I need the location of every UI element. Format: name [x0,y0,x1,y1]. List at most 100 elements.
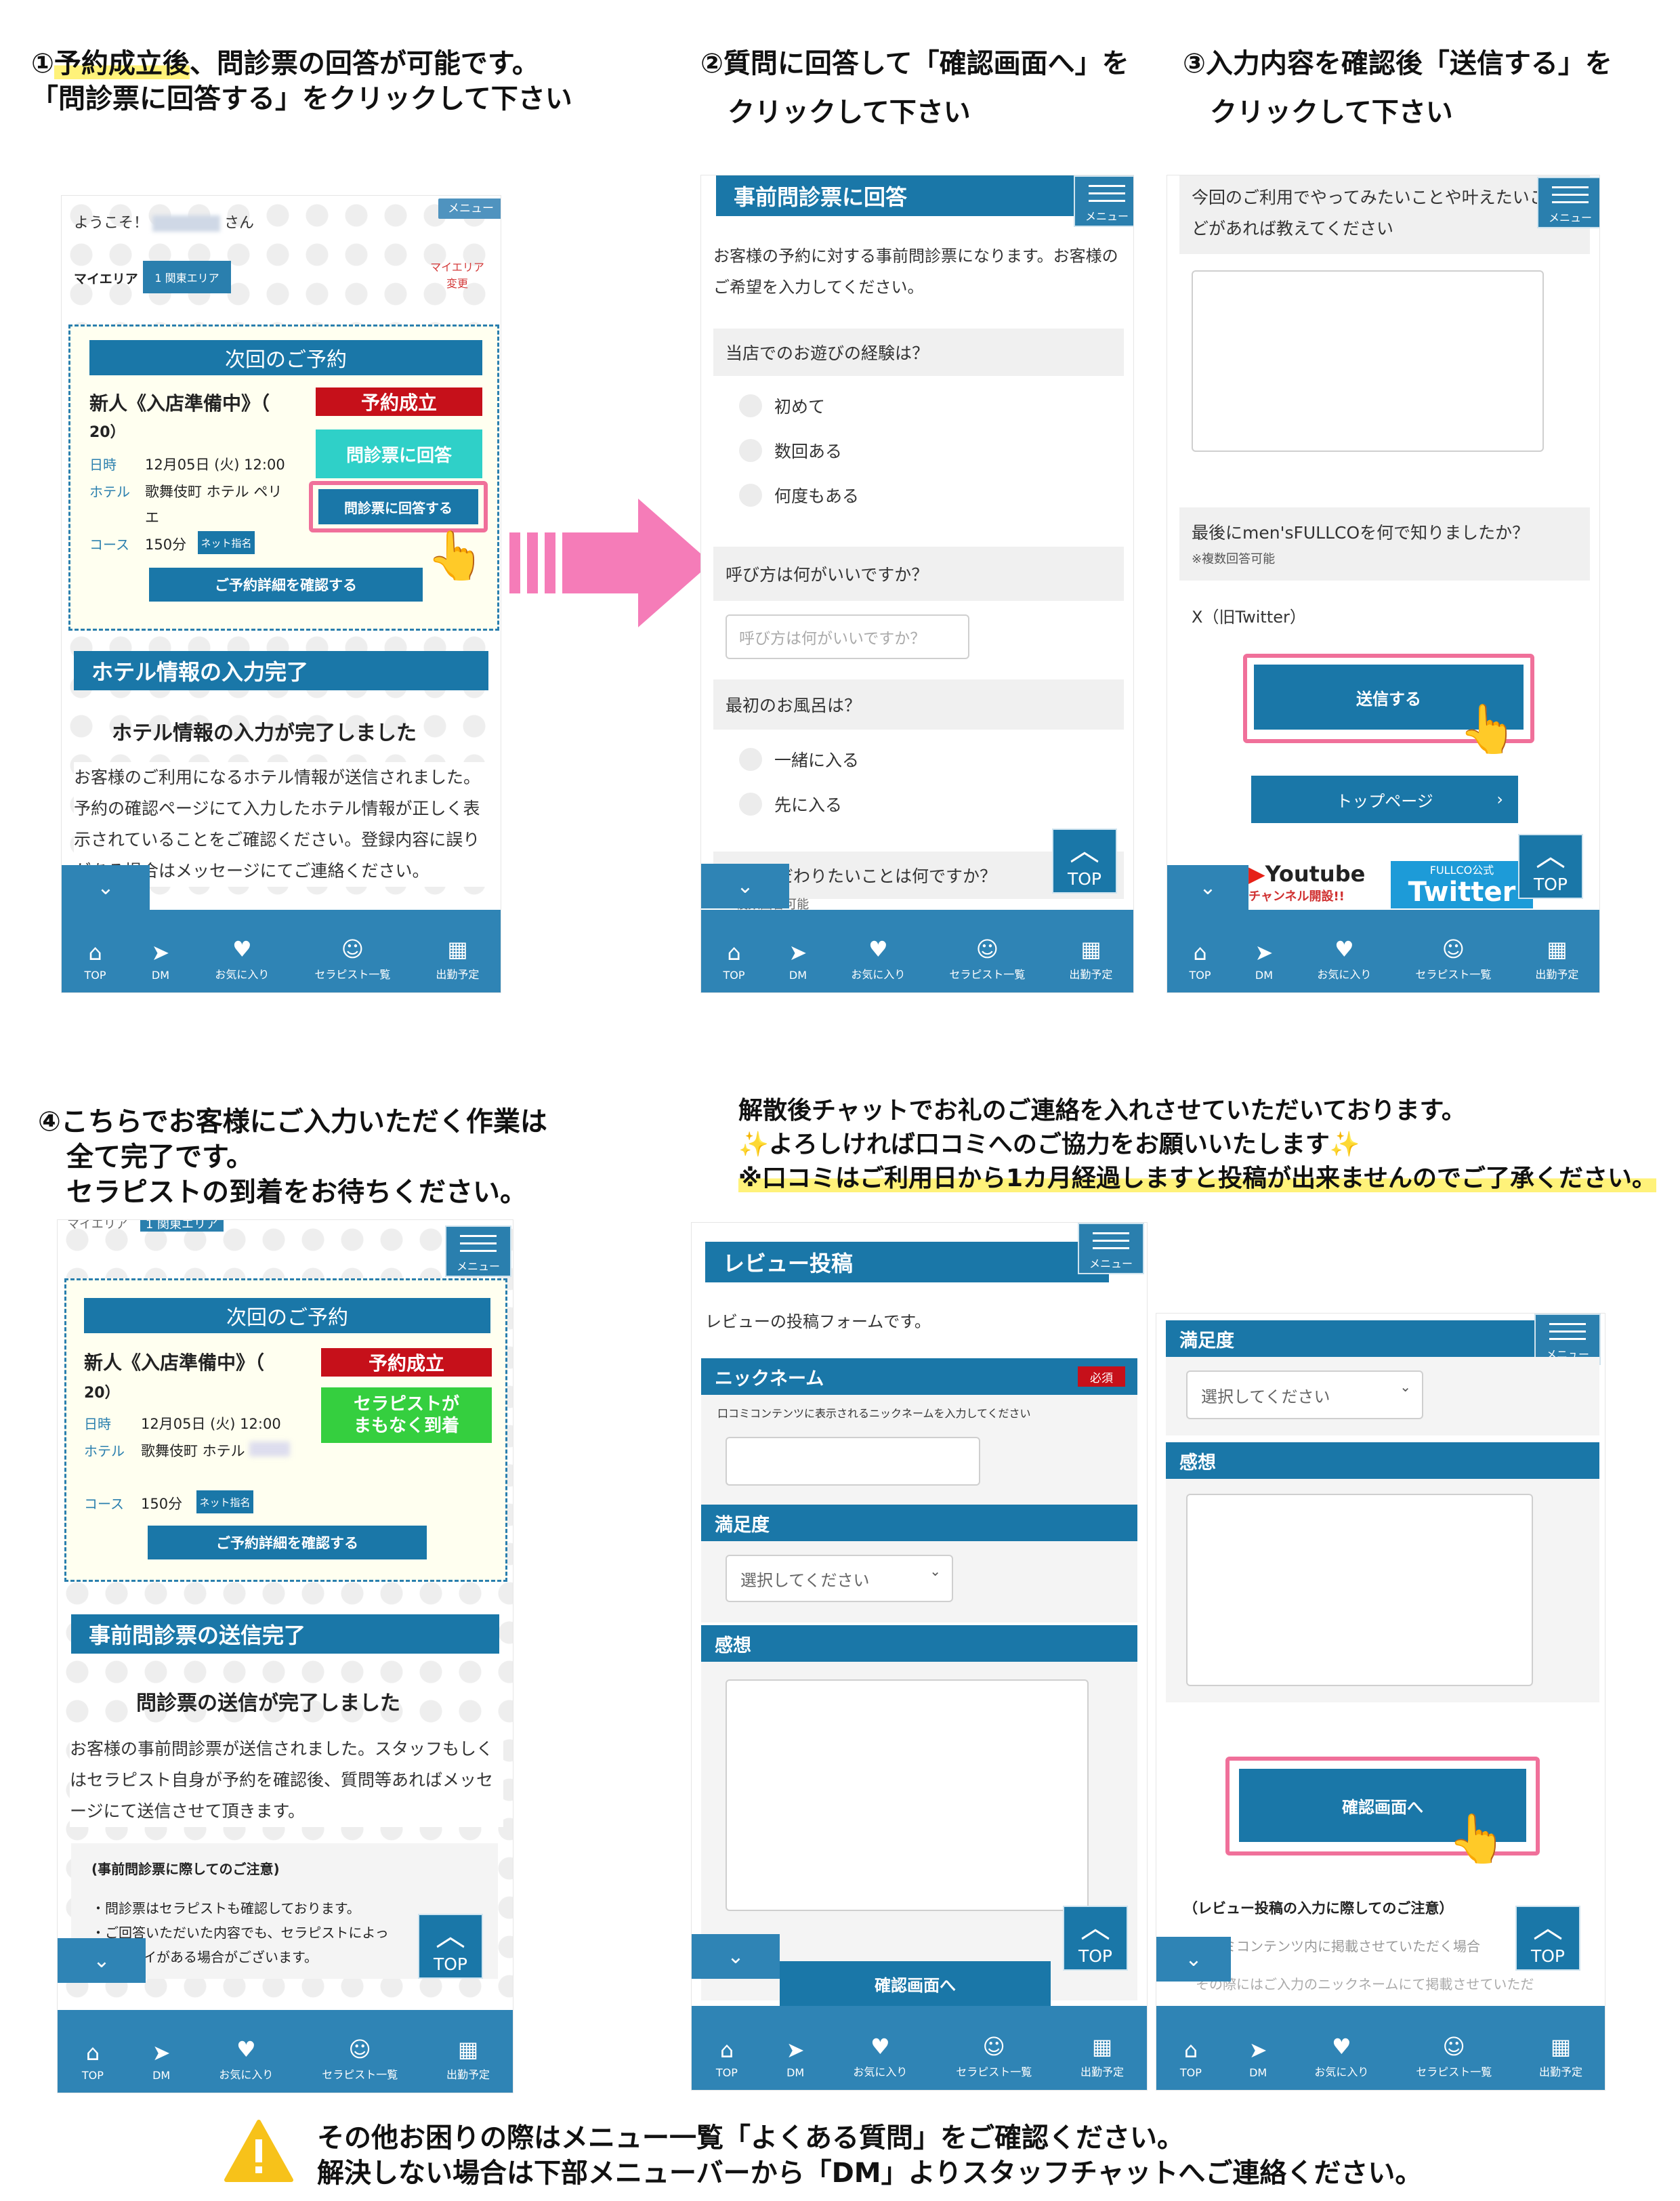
scroll-top-button[interactable]: ︿ TOP [418,1914,483,1979]
radio-first-time[interactable]: 初めて [739,394,825,418]
welcome-text: ようこそ！ [74,215,149,232]
menu-button[interactable]: メニュー [438,198,501,219]
collapse-button[interactable]: ⌄ [58,1938,146,1983]
collapse-button[interactable]: ⌄ [1156,1937,1231,1982]
tab-favorites[interactable]: ♥ お気に入り [215,936,269,982]
tab-therapists[interactable]: ☺ セラピスト一覧 [1416,2033,1492,2079]
home-icon: ⌂ [85,2040,100,2066]
chevron-down-icon: ⌄ [1199,875,1217,900]
question-bath: 最初のお風呂は？ [713,679,1124,730]
tab-label: セラピスト一覧 [1416,2066,1492,2078]
tab-top[interactable]: ⌂ TOP [85,939,106,982]
tab-schedule[interactable]: ▦ 出勤予定 [1080,2033,1124,2079]
question-wishes: 今回のご利用でやってみたいことや叶えたいことなどがあれば教えてください [1179,175,1590,254]
area-select[interactable]: 1 関東エリア [143,261,231,293]
tab-dm[interactable]: ➤ DM [152,939,170,982]
menu-button[interactable]: メニュー [1074,175,1133,227]
collapse-button[interactable]: ⌄ [62,865,150,910]
scroll-top-button[interactable]: ︿ TOP [1052,829,1117,894]
reservation-detail-button[interactable]: ご予約詳細を確認する [148,1526,427,1559]
call-name-input[interactable]: 呼び方は何がいいですか？ [726,614,969,659]
top-label: TOP [1067,869,1102,889]
review-title: レビュー投稿 [705,1242,1109,1282]
status-badge: 予約成立 [316,387,482,416]
radio-circle [739,484,762,507]
tab-top[interactable]: ⌂ TOP [723,939,745,982]
radio-circle [739,793,762,816]
tab-dm[interactable]: ➤ DM [1249,2036,1267,2079]
tab-therapists[interactable]: ☺ セラピスト一覧 [322,2036,398,2082]
tab-favorites[interactable]: ♥ お気に入り [853,2033,907,2079]
radio-bath-together[interactable]: 一緒に入る [739,747,859,772]
nickname-note: 口コミコンテンツに表示されるニックネームを入力してください [717,1407,1031,1420]
tab-favorites[interactable]: ♥ お気に入り [1317,936,1371,982]
youtube-play-icon: ▶ [1248,861,1265,887]
answer-questionnaire-button[interactable]: 問診票に回答する [318,489,478,524]
step2-title: ②質問に回答して「確認画面へ」を [700,48,1129,79]
collapse-button[interactable]: ⌄ [701,864,789,908]
tab-label: TOP [723,969,745,982]
tab-schedule[interactable]: ▦ 出勤予定 [446,2036,490,2082]
tab-therapists[interactable]: ☺ セラピスト一覧 [956,2033,1032,2079]
paper-plane-icon: ➤ [1255,940,1274,965]
collapse-button[interactable]: ⌄ [692,1934,780,1979]
person-icon: ☺ [348,2036,371,2062]
tab-schedule[interactable]: ▦ 出勤予定 [1539,2033,1582,2079]
top-page-button[interactable]: トップページ › [1251,776,1518,823]
tab-dm[interactable]: ➤ DM [786,2036,805,2079]
menu-button[interactable]: メニュー [1078,1223,1144,1274]
wishes-textarea[interactable] [1192,270,1544,452]
tab-top[interactable]: ⌂ TOP [1180,2036,1202,2079]
tab-dm[interactable]: ➤ DM [1255,939,1274,982]
menu-button[interactable]: メニュー [445,1225,511,1277]
tab-schedule[interactable]: ▦ 出勤予定 [1069,936,1112,982]
tab-label: TOP [81,2069,104,2082]
tab-label: お気に入り [1317,968,1372,981]
area-select: 1 関東エリア [140,1220,224,1232]
impression-textarea[interactable] [1186,1494,1533,1686]
confirm-button[interactable]: 確認画面へ [780,1961,1051,2006]
reservation-detail-button[interactable]: ご予約詳細を確認する [149,568,423,602]
hotel-value: 歌舞伎町 ホテル [141,1443,245,1459]
tab-schedule[interactable]: ▦ 出勤予定 [1535,936,1578,982]
radio-many-times[interactable]: 何度もある [739,483,859,507]
therapist-age: 20） [84,1385,120,1402]
bottom-tab-bar: ⌂ TOP ➤ DM ♥ お気に入り ☺ セラピスト一覧 ▦ 出勤予定 [692,2006,1147,2090]
tab-label: 出勤予定 [446,2068,490,2081]
radio-bath-first[interactable]: 先に入る [739,792,842,816]
tab-top[interactable]: ⌂ TOP [82,2039,104,2082]
collapse-button[interactable]: ⌄ [1167,865,1248,910]
panel-step2: 事前問診票に回答 メニュー お客様の予約に対する事前問診票になります。お客様のご… [700,175,1134,993]
tab-top[interactable]: ⌂ TOP [716,2036,738,2079]
tab-top[interactable]: ⌂ TOP [1190,939,1211,982]
tab-therapists[interactable]: ☺ セラピスト一覧 [949,936,1025,982]
youtube-banner[interactable]: ▶Youtube チャンネル開設!! [1248,861,1383,908]
satisfaction-select[interactable]: 選択してください [726,1555,953,1602]
step5-line2: ✨よろしければ口コミへのご協力をお願いいたします✨ [738,1131,1360,1158]
satisfaction-header: 満足度 [701,1505,1137,1541]
impression-textarea[interactable] [726,1679,1089,1911]
tab-therapists[interactable]: ☺ セラピスト一覧 [314,936,390,982]
scroll-top-button[interactable]: ︿ TOP [1518,834,1583,899]
reservation-card: 次回のご予約 新人《入店準備中》（ 20） 予約成立 問診票に回答 問診票に回答… [68,324,499,631]
tab-favorites[interactable]: ♥ お気に入り [219,2036,273,2082]
tab-dm[interactable]: ➤ DM [789,939,807,982]
paper-plane-icon: ➤ [152,2040,171,2066]
tab-favorites[interactable]: ♥ お気に入り [1314,2033,1368,2079]
radio-several-times[interactable]: 数回ある [739,438,842,463]
nickname-input[interactable] [726,1437,980,1486]
area-change-link[interactable]: マイエリア 変更 [423,259,491,292]
person-icon: ☺ [1442,2034,1465,2059]
tab-therapists[interactable]: ☺ セラピスト一覧 [1415,936,1491,982]
twitter-banner[interactable]: FULLCO公式 Twitter [1391,861,1533,908]
scroll-top-button[interactable]: ︿ TOP [1515,1906,1580,1971]
sparkle-icon: ✨ [738,1131,769,1158]
scroll-top-button[interactable]: ︿ TOP [1063,1906,1128,1971]
panel-step4: マイエリア 1 関東エリア メニュー 次回のご予約 新人《入店準備中》（ 20）… [57,1219,513,2093]
tab-favorites[interactable]: ♥ お気に入り [851,936,905,982]
menu-label: メニュー [1085,210,1129,223]
tab-schedule[interactable]: ▦ 出勤予定 [436,936,479,982]
tab-dm[interactable]: ➤ DM [152,2039,171,2082]
menu-button[interactable]: メニュー [1537,177,1599,228]
satisfaction-select[interactable]: 選択してください [1186,1370,1423,1419]
